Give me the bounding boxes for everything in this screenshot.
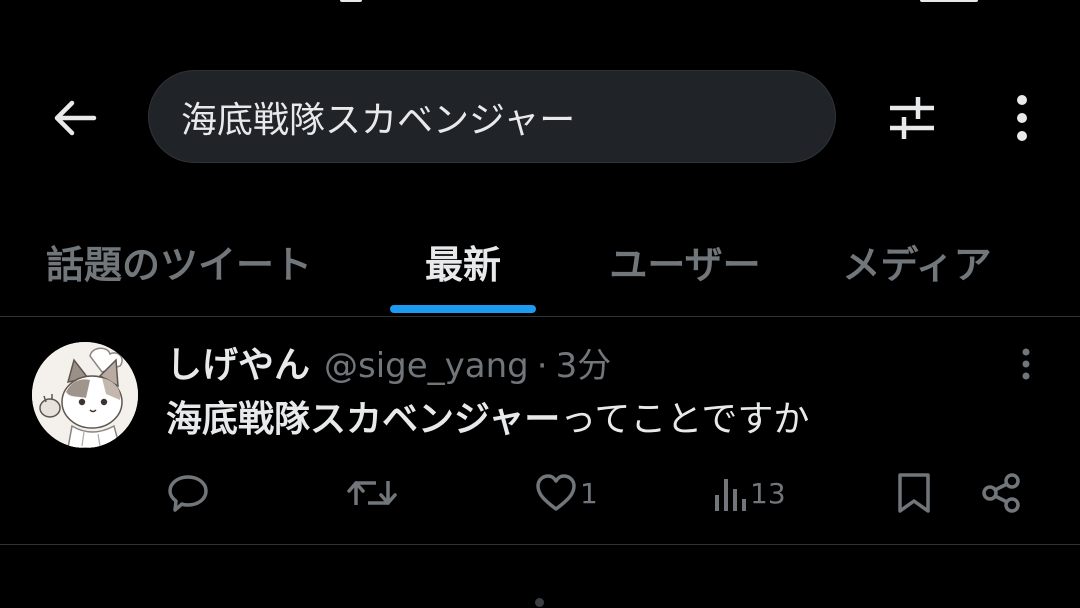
status-bar-fragment-right	[920, 0, 978, 2]
avatar[interactable]	[32, 342, 138, 448]
tweet-text-highlight: 海底戦隊スカベンジャー	[166, 399, 561, 440]
search-tabs: 話題のツイート 最新 ユーザー メディア	[0, 206, 1080, 316]
back-button[interactable]	[44, 88, 104, 148]
status-bar-fragment-left	[340, 0, 362, 2]
loading-indicator	[535, 598, 544, 607]
bookmark-icon	[898, 473, 930, 513]
reply-button[interactable]	[166, 466, 210, 520]
retweet-button[interactable]	[346, 466, 398, 520]
tweet-more-button[interactable]	[1006, 340, 1046, 388]
speech-bubble-icon	[168, 475, 208, 512]
tab-media[interactable]: メディア	[822, 206, 1012, 316]
tweet-divider	[0, 544, 1080, 545]
cat-avatar-illustration	[32, 342, 138, 448]
heart-icon	[536, 474, 576, 511]
like-button[interactable]: 1	[534, 466, 598, 520]
arrow-left-icon	[54, 100, 97, 136]
retweet-icon	[347, 481, 397, 505]
search-filter-button[interactable]	[880, 88, 944, 148]
active-tab-indicator	[390, 305, 536, 313]
user-handle[interactable]: @sige_yang	[324, 346, 529, 386]
tab-top-tweets[interactable]: 話題のツイート	[22, 206, 336, 316]
display-name[interactable]: しげやん	[166, 336, 310, 388]
tweet-header: しげやん @sige_yang · 3分	[166, 336, 611, 388]
view-count: 13	[750, 476, 786, 510]
views-button[interactable]: 13	[712, 466, 786, 520]
tweet-text: 海底戦隊スカベンジャーってことですか	[166, 390, 809, 442]
search-input[interactable]: 海底戦隊スカベンジャー	[148, 70, 836, 163]
separator-dot: ·	[536, 346, 548, 386]
tab-latest[interactable]: 最新	[388, 206, 538, 316]
like-count: 1	[580, 476, 598, 510]
bookmark-button[interactable]	[892, 466, 936, 520]
vertical-ellipsis-icon	[1022, 348, 1030, 380]
more-options-button[interactable]	[996, 88, 1048, 148]
share-icon	[982, 473, 1020, 513]
tweet-text-rest: ってことですか	[560, 399, 810, 440]
tweet-timestamp[interactable]: 3分	[556, 338, 612, 387]
sliders-icon	[890, 97, 934, 139]
bar-chart-icon	[715, 479, 746, 511]
vertical-ellipsis-icon	[1017, 95, 1027, 141]
share-button[interactable]	[980, 466, 1024, 520]
tab-users[interactable]: ユーザー	[588, 206, 782, 316]
search-query-text: 海底戦隊スカベンジャー	[181, 99, 576, 141]
tabs-divider	[0, 316, 1080, 317]
